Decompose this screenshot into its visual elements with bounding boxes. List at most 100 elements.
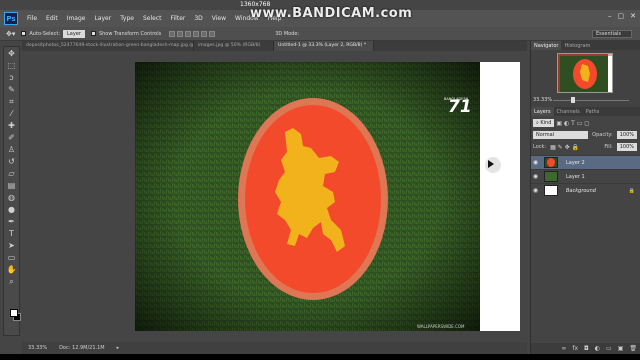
hand-icon[interactable]: ✋ <box>5 264 18 275</box>
pen-icon[interactable]: ✒ <box>5 216 18 227</box>
minimize-button[interactable]: – <box>608 12 612 20</box>
move-tool-icon[interactable]: ✥▾ <box>6 30 15 38</box>
window-controls: – ▢ ✕ <box>608 12 636 20</box>
align-buttons <box>169 30 216 37</box>
path-select-icon[interactable]: ➤ <box>5 240 18 251</box>
tab-bangladesh-map[interactable]: depositphotos_52477649-stock-illustratio… <box>22 41 194 51</box>
mouse-cursor-icon <box>485 157 501 173</box>
add-mask-icon[interactable]: ◘ <box>584 345 589 352</box>
align-top-icon[interactable] <box>169 30 176 37</box>
tab-navigator[interactable]: Navigator <box>531 41 562 50</box>
opacity-label: Opacity: <box>592 132 613 138</box>
close-button[interactable]: ✕ <box>630 12 636 20</box>
maximize-button[interactable]: ▢ <box>618 12 625 20</box>
healing-brush-icon[interactable]: ✚ <box>5 120 18 131</box>
blur-icon[interactable]: ◍ <box>5 192 18 203</box>
status-arrow-icon[interactable]: ▸ <box>117 345 120 351</box>
auto-select-target-dropdown[interactable]: Layer <box>63 29 85 38</box>
dodge-icon[interactable]: ● <box>5 204 18 215</box>
eraser-icon[interactable]: ▱ <box>5 168 18 179</box>
clone-stamp-icon[interactable]: ♙ <box>5 144 18 155</box>
layer-row-layer-2[interactable]: ◉ Layer 2 <box>531 155 640 169</box>
menu-3d[interactable]: 3D <box>194 15 202 22</box>
navigator-zoom-slider[interactable] <box>553 100 629 101</box>
wallpaper-credit: WALLPAPERSWIDE.COM <box>417 324 465 329</box>
move-icon[interactable]: ✥ <box>5 48 18 59</box>
layers-tabs: Layers Channels Paths <box>531 107 640 116</box>
delete-layer-icon[interactable]: 🗑 <box>629 345 637 352</box>
layer-name: Layer 2 <box>566 159 585 166</box>
brush-icon[interactable]: ✐ <box>5 132 18 143</box>
layer-kind-filter[interactable]: ⌕ Kind <box>533 119 555 127</box>
photoshop-window: Ps File Edit Image Layer Type Select Fil… <box>0 0 640 354</box>
lock-row: Lock: ▦ ✎ ✥ 🔒 Fill: 100% <box>533 143 637 151</box>
visibility-eye-icon[interactable]: ◉ <box>531 173 540 180</box>
auto-select-group: Auto-Select: Layer <box>21 29 85 38</box>
crop-icon[interactable]: ⌗ <box>5 96 18 107</box>
align-left-icon[interactable] <box>193 30 200 37</box>
align-vcenter-icon[interactable] <box>177 30 184 37</box>
navigator-tabs: Navigator Histogram <box>531 41 640 50</box>
visibility-eye-icon[interactable]: ◉ <box>531 159 540 166</box>
adjustment-layer-icon[interactable]: ◐ <box>595 345 600 352</box>
workspace-dropdown[interactable]: Essentials <box>592 30 632 38</box>
gradient-icon[interactable]: ▤ <box>5 180 18 191</box>
align-bottom-icon[interactable] <box>185 30 192 37</box>
fill-field[interactable]: 100% <box>616 143 637 151</box>
tab-untitled-1[interactable]: Untitled-1 @ 33.3% (Layer 2, RGB/8) * <box>274 41 374 51</box>
type-icon[interactable]: T <box>5 228 18 239</box>
menu-edit[interactable]: Edit <box>46 15 58 22</box>
quick-select-icon[interactable]: ✎ <box>5 84 18 95</box>
blend-mode-dropdown[interactable]: Normal <box>533 131 589 139</box>
layer-thumbnail <box>544 185 558 196</box>
opacity-field[interactable]: 100% <box>616 131 637 139</box>
menu-type[interactable]: Type <box>120 15 134 22</box>
navigator-preview[interactable] <box>557 53 613 93</box>
filter-pixel-icon[interactable]: ▣ ◐ T ▭ ◻ <box>556 120 589 127</box>
document-tabs: depositphotos_52477649-stock-illustratio… <box>22 41 527 51</box>
align-hcenter-icon[interactable] <box>201 30 208 37</box>
eyedropper-icon[interactable]: ⁄ <box>5 108 18 119</box>
tab-layers[interactable]: Layers <box>531 107 554 116</box>
menu-file[interactable]: File <box>27 15 37 22</box>
lasso-icon[interactable]: ↄ <box>5 72 18 83</box>
navigator-slider-handle[interactable] <box>571 97 575 103</box>
grass-wallpaper-image: 71 BANGLADESH WALLPAPERSWIDE.COM <box>135 62 480 331</box>
layer-thumbnail <box>544 157 558 168</box>
status-bar: 33.33% Doc: 12.9M/21.1M ▸ <box>22 342 527 354</box>
options-bar: ✥▾ Auto-Select: Layer Show Transform Con… <box>0 27 640 41</box>
menu-select[interactable]: Select <box>143 15 162 22</box>
tab-histogram[interactable]: Histogram <box>561 41 593 50</box>
auto-select-checkbox[interactable] <box>21 31 27 36</box>
layers-panel-footer: ∞ fx ◘ ◐ ▭ ▣ 🗑 <box>531 343 640 354</box>
tab-paths[interactable]: Paths <box>583 107 603 116</box>
layer-filter-row: ⌕ Kind ▣ ◐ T ▭ ◻ <box>533 119 589 127</box>
lock-label: Lock: <box>533 144 547 150</box>
visibility-eye-icon[interactable]: ◉ <box>531 187 540 194</box>
new-group-icon[interactable]: ▭ <box>606 345 612 352</box>
document-canvas[interactable]: 71 BANGLADESH WALLPAPERSWIDE.COM <box>135 62 520 331</box>
menu-view[interactable]: View <box>212 15 226 22</box>
menu-image[interactable]: Image <box>67 15 86 22</box>
layer-row-layer-1[interactable]: ◉ Layer 1 <box>531 169 640 183</box>
foreground-color-swatch[interactable] <box>10 309 18 317</box>
history-brush-icon[interactable]: ↺ <box>5 156 18 167</box>
tab-channels[interactable]: Channels <box>554 107 583 116</box>
marquee-icon[interactable]: ⬚ <box>5 60 18 71</box>
canvas-area[interactable]: 71 BANGLADESH WALLPAPERSWIDE.COM <box>22 51 527 342</box>
shape-icon[interactable]: ▭ <box>5 252 18 263</box>
layer-row-background[interactable]: ◉ Background 🔒 <box>531 183 640 197</box>
link-layers-icon[interactable]: ∞ <box>561 345 566 352</box>
zoom-level[interactable]: 33.33% <box>28 345 47 351</box>
lock-icons[interactable]: ▦ ✎ ✥ 🔒 <box>550 144 579 151</box>
menu-layer[interactable]: Layer <box>94 15 111 22</box>
zoom-icon[interactable]: ⌕ <box>5 276 18 287</box>
layer-style-icon[interactable]: fx <box>572 345 578 352</box>
tab-images[interactable]: images.jpg @ 50% (RGB/8) <box>194 41 274 51</box>
mode-3d-label: 3D Mode: <box>275 30 300 37</box>
menu-filter[interactable]: Filter <box>171 15 186 22</box>
new-layer-icon[interactable]: ▣ <box>618 345 624 352</box>
photoshop-logo: Ps <box>4 12 18 25</box>
show-transform-checkbox[interactable] <box>90 31 96 36</box>
align-right-icon[interactable] <box>209 30 216 37</box>
